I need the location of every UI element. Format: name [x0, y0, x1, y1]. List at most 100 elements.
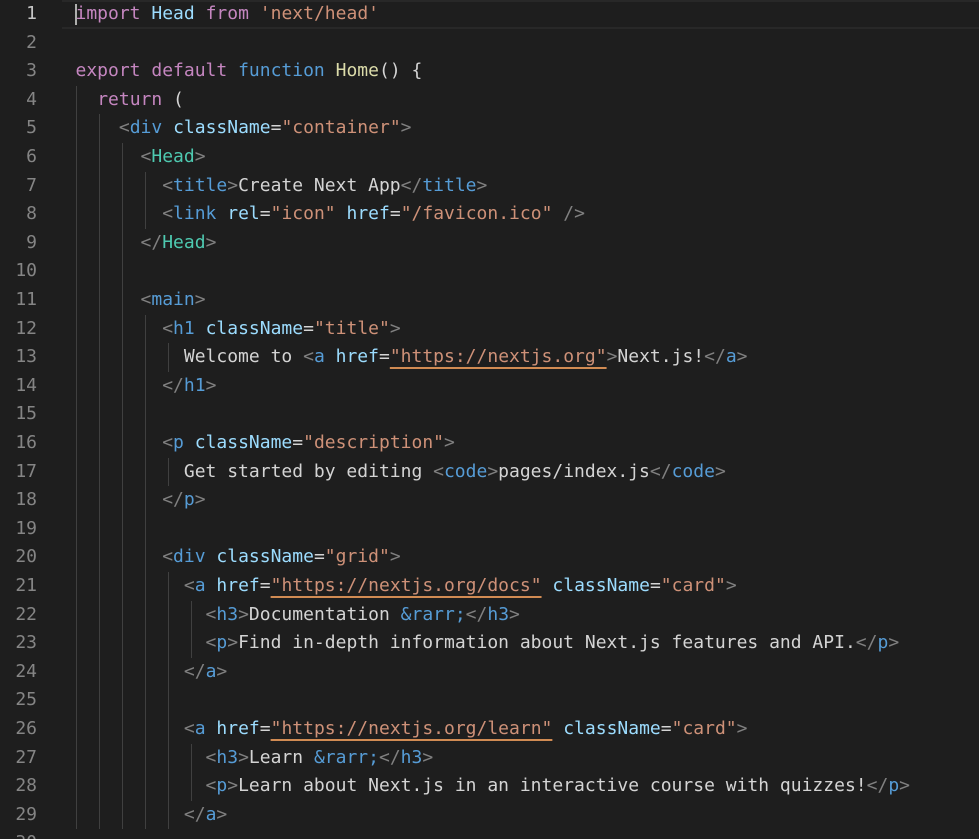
code-token: main — [151, 289, 195, 310]
code-line[interactable]: 18 </p> — [0, 486, 979, 515]
code-line-text: export default function Home() { — [76, 57, 423, 86]
code-token: </ — [162, 374, 184, 396]
line-number: 18 — [15, 489, 37, 511]
code-area[interactable]: 1 import Head from 'next/head' 2 3 export de… — [0, 0, 979, 839]
code-token: /> — [563, 203, 585, 225]
code-line[interactable]: 6 <Head> — [0, 143, 979, 172]
code-token: className — [216, 546, 314, 568]
code-line[interactable]: 9 </Head> — [0, 229, 979, 258]
code-token: Head — [151, 146, 195, 167]
code-token: href — [335, 346, 379, 368]
code-token: h1 — [173, 317, 195, 339]
code-line[interactable]: 20 <div className="grid"> — [0, 543, 979, 572]
code-line[interactable]: 4 return ( — [0, 86, 979, 115]
code-line[interactable]: 25 — [0, 686, 979, 715]
code-line-text: <h1 className="title"> — [76, 315, 401, 344]
code-line[interactable]: 12 <h1 className="title"> — [0, 315, 979, 344]
code-token: > — [389, 546, 401, 568]
code-token: > — [899, 775, 910, 797]
line-number: 22 — [15, 603, 37, 625]
code-token: < — [162, 546, 174, 568]
code-line-text: <p>Find in-depth information about Next.… — [76, 629, 900, 658]
code-token: </ — [378, 746, 401, 768]
code-line[interactable]: 3 export default function Home() { — [0, 57, 979, 86]
line-number: 21 — [15, 575, 37, 596]
code-line[interactable]: 14 </h1> — [0, 372, 979, 401]
code-line[interactable]: 21 <a href="https://nextjs.org/docs" cla… — [0, 572, 979, 601]
code-token: > — [194, 289, 206, 310]
code-token: Learn about Next.js in an interactive co… — [238, 775, 867, 797]
code-token: </ — [400, 174, 423, 196]
code-line[interactable]: 5 <div className="container"> — [0, 114, 979, 143]
code-line[interactable]: 23 <p>Find in-depth information about Ne… — [0, 629, 979, 658]
code-token: < — [162, 174, 174, 196]
code-line[interactable]: 7 <title>Create Next App</title> — [0, 172, 979, 201]
code-line[interactable]: 22 <h3>Documentation &rarr;</h3> — [0, 601, 979, 630]
code-token: 'next/head' — [259, 3, 379, 24]
code-token: pages/index.js — [498, 460, 650, 482]
code-token: Head — [162, 231, 206, 253]
code-line[interactable]: 26 <a href="https://nextjs.org/learn" cl… — [0, 715, 979, 744]
code-line[interactable]: 15 — [0, 400, 979, 429]
code-line[interactable]: 11 <main> — [0, 286, 979, 315]
code-token: className — [552, 575, 650, 596]
code-line[interactable]: 28 <p>Learn about Next.js in an interact… — [0, 772, 979, 801]
code-token: </ — [140, 231, 163, 253]
code-line-text: <main> — [76, 286, 206, 315]
code-token: return — [97, 88, 163, 110]
code-line[interactable]: 19 — [0, 515, 979, 544]
code-token: a — [313, 346, 325, 368]
code-token: > — [205, 374, 217, 396]
code-token: > — [389, 317, 401, 339]
code-line-text: <div className="grid"> — [76, 543, 401, 572]
code-line-text: <title>Create Next App</title> — [76, 172, 487, 201]
code-token: href — [216, 575, 260, 596]
code-token: > — [205, 231, 217, 253]
code-line[interactable]: 30 — [0, 829, 979, 839]
code-line[interactable]: 10 — [0, 257, 979, 286]
code-line-text: <a href="https://nextjs.org/docs" classN… — [76, 572, 737, 601]
code-token: > — [606, 346, 618, 368]
code-token: > — [888, 632, 900, 654]
code-token: </ — [649, 460, 672, 482]
code-token: a — [725, 346, 737, 368]
code-line-text: </a> — [76, 801, 228, 830]
code-line[interactable]: 29 </a> — [0, 801, 979, 830]
code-line[interactable]: 2 — [0, 29, 979, 58]
code-line[interactable]: 27 <h3>Learn &rarr;</h3> — [0, 744, 979, 773]
code-editor[interactable]: 1 import Head from 'next/head' 2 3 export de… — [0, 0, 979, 839]
code-token: > — [509, 603, 520, 625]
code-token: p — [216, 775, 228, 797]
code-line[interactable]: 13 Welcome to <a href="https://nextjs.or… — [0, 343, 979, 372]
line-number: 3 — [26, 60, 37, 82]
code-line[interactable]: 16 <p className="description"> — [0, 429, 979, 458]
code-token: </ — [465, 603, 488, 625]
code-line-text: <h3>Documentation &rarr;</h3> — [76, 601, 520, 630]
code-token: = — [660, 718, 672, 739]
code-token: p — [173, 432, 184, 453]
code-line[interactable]: 24 </a> — [0, 658, 979, 687]
line-number: 25 — [15, 689, 37, 711]
line-number: 6 — [26, 146, 37, 167]
code-line[interactable]: 8 <link rel="icon" href="/favicon.ico" /… — [0, 200, 979, 229]
code-line[interactable]: 1 import Head from 'next/head' — [0, 0, 979, 29]
code-token: > — [216, 803, 228, 825]
code-line[interactable]: 17 Get started by editing <code>pages/in… — [0, 458, 979, 487]
code-line-text: </a> — [76, 658, 227, 687]
code-token: export — [75, 60, 141, 82]
code-token: div — [173, 546, 206, 568]
code-token: rel — [227, 203, 260, 225]
code-token: > — [227, 174, 239, 196]
